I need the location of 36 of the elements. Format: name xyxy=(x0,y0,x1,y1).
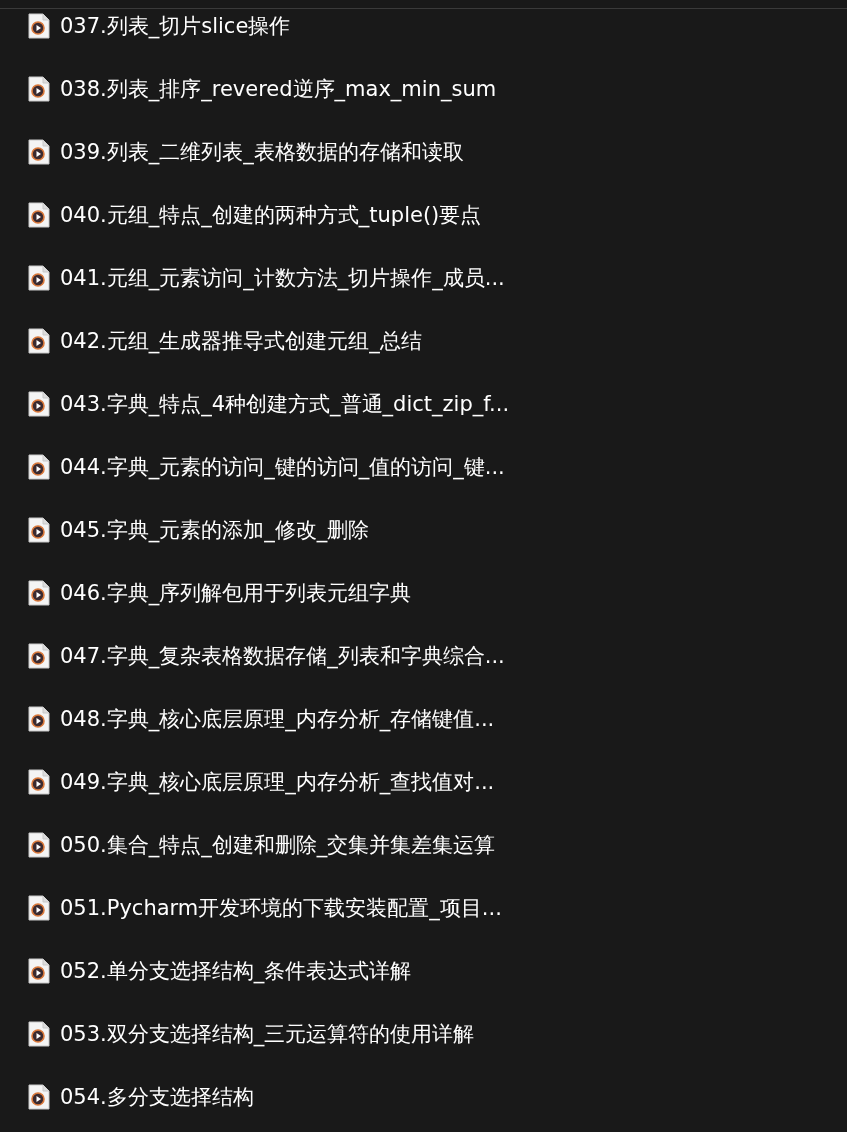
video-file-icon xyxy=(28,958,50,984)
video-file-icon xyxy=(28,832,50,858)
video-file-icon xyxy=(28,76,50,102)
file-name[interactable]: 037.列表_切片slice操作 xyxy=(60,12,291,40)
video-file-icon xyxy=(28,202,50,228)
video-file-icon xyxy=(28,643,50,669)
file-name[interactable]: 044.字典_元素的访问_键的访问_值的访问_键... xyxy=(60,453,505,481)
video-file-icon xyxy=(28,13,50,39)
file-name[interactable]: 047.字典_复杂表格数据存储_列表和字典综合... xyxy=(60,642,505,670)
video-file-icon xyxy=(28,328,50,354)
video-file-icon xyxy=(28,454,50,480)
file-name[interactable]: 048.字典_核心底层原理_内存分析_存储键值... xyxy=(60,705,495,733)
file-name[interactable]: 051.Pycharm开发环境的下载安装配置_项目... xyxy=(60,894,502,922)
file-name[interactable]: 038.列表_排序_revered逆序_max_min_sum xyxy=(60,75,497,103)
video-file-icon xyxy=(28,769,50,795)
video-file-icon xyxy=(28,265,50,291)
file-name[interactable]: 040.元组_特点_创建的两种方式_tuple()要点 xyxy=(60,201,482,229)
file-name[interactable]: 050.集合_特点_创建和删除_交集并集差集运算 xyxy=(60,831,496,859)
video-file-icon xyxy=(28,391,50,417)
file-name[interactable]: 039.列表_二维列表_表格数据的存储和读取 xyxy=(60,138,464,166)
file-name[interactable]: 046.字典_序列解包用于列表元组字典 xyxy=(60,579,412,607)
video-file-icon xyxy=(28,1084,50,1110)
file-name[interactable]: 042.元组_生成器推导式创建元组_总结 xyxy=(60,327,422,355)
file-name[interactable]: 041.元组_元素访问_计数方法_切片操作_成员... xyxy=(60,264,505,292)
file-name[interactable]: 049.字典_核心底层原理_内存分析_查找值对... xyxy=(60,768,495,796)
video-file-icon xyxy=(28,580,50,606)
video-file-icon xyxy=(28,139,50,165)
video-file-icon xyxy=(28,706,50,732)
video-file-icon xyxy=(28,895,50,921)
video-file-icon xyxy=(28,517,50,543)
file-name[interactable]: 043.字典_特点_4种创建方式_普通_dict_zip_f... xyxy=(60,390,510,418)
video-file-icon xyxy=(28,1021,50,1047)
file-name[interactable]: 054.多分支选择结构 xyxy=(60,1083,254,1111)
file-name[interactable]: 045.字典_元素的添加_修改_删除 xyxy=(60,516,370,544)
file-name[interactable]: 053.双分支选择结构_三元运算符的使用详解 xyxy=(60,1020,475,1048)
file-name[interactable]: 052.单分支选择结构_条件表达式详解 xyxy=(60,957,412,985)
